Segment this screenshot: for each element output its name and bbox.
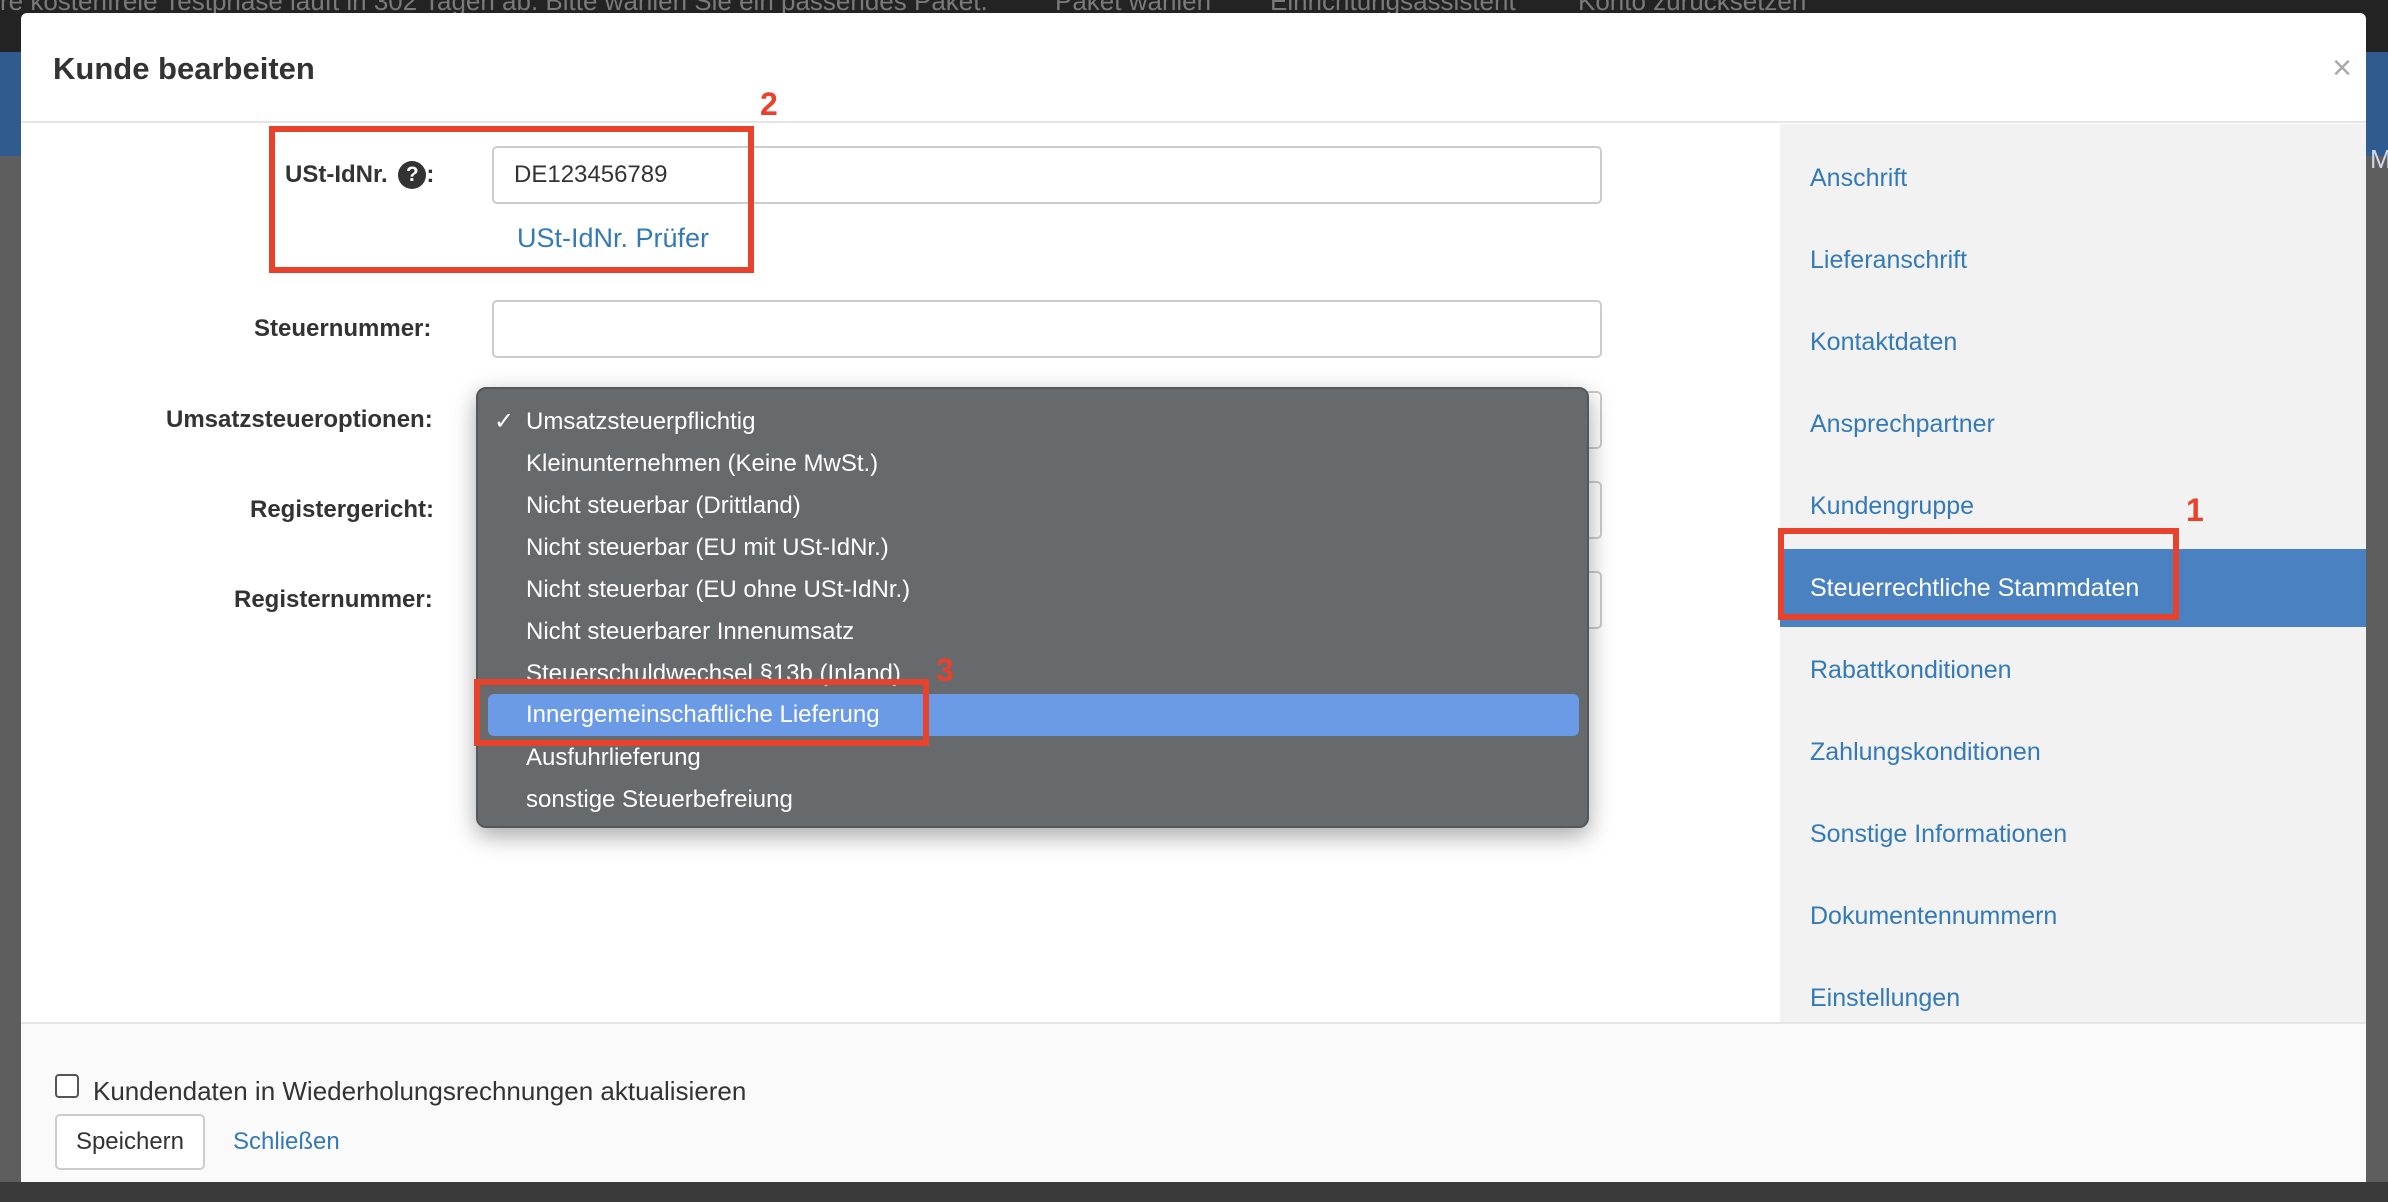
annotation-box-2 [269,126,754,273]
update-recurring-invoices-label[interactable]: Kundendaten in Wiederholungsrechnungen a… [93,1076,746,1107]
register-number-label: Registernummer: [234,586,433,613]
sidebar-item-anschrift[interactable]: Anschrift [1780,139,2366,217]
dropdown-option[interactable]: sonstige Steuerbefreiung [478,779,1591,821]
update-recurring-invoices-checkbox[interactable] [55,1074,79,1098]
sidebar-item-ansprechpartner[interactable]: Ansprechpartner [1780,385,2366,463]
annotation-number-2: 2 [760,86,778,122]
dropdown-option[interactable]: ✓ Umsatzsteuerpflichtig [478,401,1591,443]
dropdown-option[interactable]: Kleinunternehmen (Keine MwSt.) [478,443,1591,485]
sidebar-item-sonstige-informationen[interactable]: Sonstige Informationen [1780,795,2366,873]
close-link[interactable]: Schließen [233,1128,340,1156]
close-icon[interactable]: × [2332,49,2352,88]
dropdown-option-label: Umsatzsteuerpflichtig [526,408,756,435]
annotation-box-1 [1778,528,2179,620]
background-right-text: M [2370,144,2388,174]
modal-header: Kunde bearbeiten × [21,13,2366,123]
dropdown-option[interactable]: Nicht steuerbar (EU mit USt-IdNr.) [478,527,1591,569]
modal-title: Kunde bearbeiten [53,51,315,86]
register-court-label: Registergericht: [250,496,435,523]
sidebar-item-dokumentennummern[interactable]: Dokumentennummern [1780,877,2366,955]
vat-options-dropdown-menu: ✓ Umsatzsteuerpflichtig Kleinunternehmen… [476,387,1589,828]
annotation-number-1: 1 [2186,492,2204,528]
sidebar-item-lieferanschrift[interactable]: Lieferanschrift [1780,221,2366,299]
dropdown-option[interactable]: Nicht steuerbar (EU ohne USt-IdNr.) [478,569,1591,611]
save-button[interactable]: Speichern [55,1114,205,1170]
tax-number-input[interactable] [492,300,1602,358]
dropdown-option[interactable]: Nicht steuerbarer Innenumsatz [478,611,1591,653]
annotation-number-3: 3 [936,652,954,688]
tax-number-label: Steuernummer: [254,315,432,342]
modal-footer: Kundendaten in Wiederholungsrechnungen a… [21,1022,2366,1182]
sidebar-item-rabattkonditionen[interactable]: Rabattkonditionen [1780,631,2366,709]
annotation-box-3 [474,679,929,746]
checkmark-icon: ✓ [494,408,515,435]
sidebar-item-kontaktdaten[interactable]: Kontaktdaten [1780,303,2366,381]
vat-options-label: Umsatzsteueroptionen: [166,406,433,433]
background-bottom [0,1182,2388,1202]
sidebar-item-zahlungskonditionen[interactable]: Zahlungskonditionen [1780,713,2366,791]
dropdown-option[interactable]: Nicht steuerbar (Drittland) [478,485,1591,527]
